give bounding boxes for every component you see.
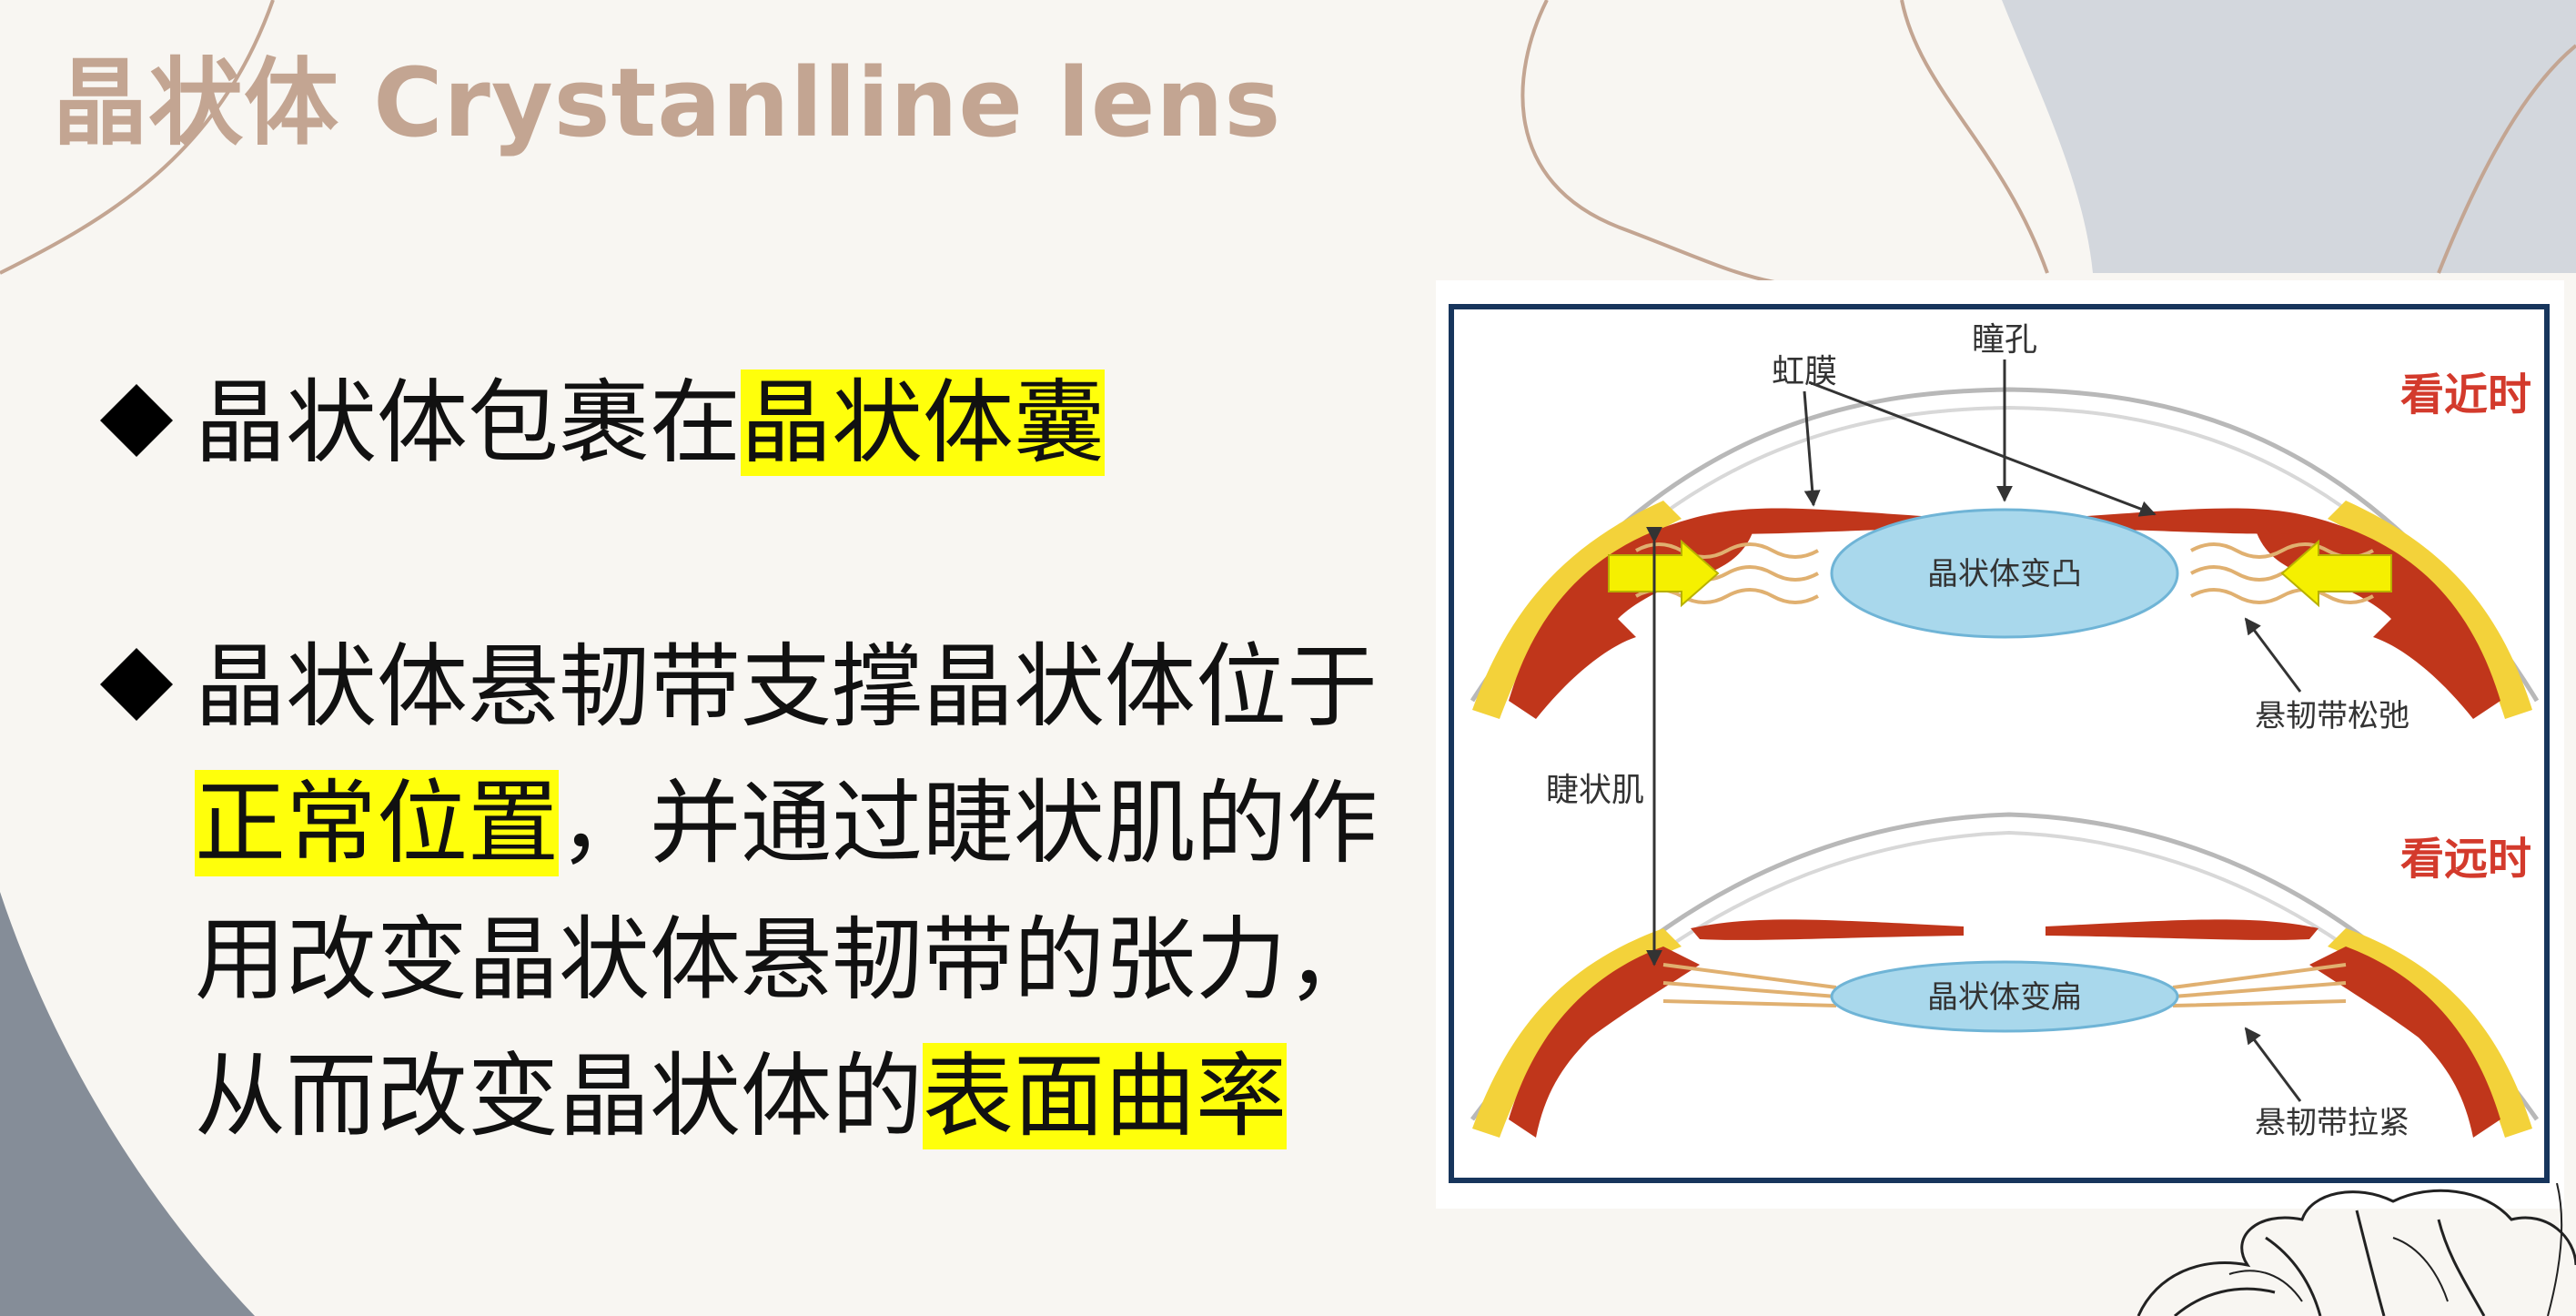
bullet-line-2-rest: ，并通过睫状肌的作	[559, 770, 1378, 876]
label-lens-convex: 晶状体变凸	[1927, 556, 2082, 592]
bullet-line-2: 正常位置，并通过睫状肌的作	[195, 755, 1487, 892]
label-near-title: 看近时	[2400, 369, 2531, 420]
bullet-line-3: 用改变晶状体悬韧带的张力，	[195, 906, 1378, 1013]
iris-left-far	[1691, 919, 1964, 940]
pointer-iris	[1803, 390, 1821, 507]
accommodation-diagram: 瞳孔 虹膜 看近时 晶状体变凸 悬韧带松弛 睫状肌 看远时 晶状体变扁 悬韧带拉…	[1470, 321, 2540, 1141]
diamond-bullet-icon	[100, 384, 173, 457]
bullet-line-4: 从而改变晶状体的表面曲率	[195, 1028, 1487, 1165]
highlight-normal-position: 正常位置	[195, 770, 559, 876]
bullet-line-1: 晶状体悬韧带支撑晶状体位于	[195, 633, 1378, 740]
pointer-zonule-relaxed	[2244, 617, 2302, 693]
bullet-plain-text: 晶状体包裹在	[195, 369, 741, 476]
far-vision-eye	[1470, 812, 2540, 1138]
pointer-zonule-tight	[2244, 1027, 2302, 1102]
label-zonule-tight: 悬韧带拉紧	[2255, 1105, 2409, 1141]
highlight-lens-capsule: 晶状体囊	[741, 369, 1105, 476]
label-far-title: 看远时	[2400, 834, 2531, 885]
pointer-pupil-2	[1808, 380, 2157, 517]
lens-accommodation-figure: 瞳孔 虹膜 看近时 晶状体变凸 悬韧带松弛 睫状肌 看远时 晶状体变扁 悬韧带拉…	[1436, 280, 2564, 1209]
bullet-text: 晶状体包裹在晶状体囊	[195, 355, 1105, 491]
figure-frame: 瞳孔 虹膜 看近时 晶状体变凸 悬韧带松弛 睫状肌 看远时 晶状体变扁 悬韧带拉…	[1449, 304, 2550, 1183]
bullet-zonule-function: 晶状体悬韧带支撑晶状体位于 正常位置，并通过睫状肌的作 用改变晶状体悬韧带的张力…	[100, 619, 1419, 1183]
iris-right-far	[2046, 919, 2318, 940]
label-ciliary-muscle: 睫状肌	[1546, 772, 1644, 809]
label-lens-flat: 晶状体变扁	[1927, 979, 2082, 1016]
near-vision-eye	[1470, 359, 2540, 719]
bullet-text: 晶状体悬韧带支撑晶状体位于 正常位置，并通过睫状肌的作 用改变晶状体悬韧带的张力…	[195, 619, 1487, 1165]
curve-line-2	[1520, 0, 1775, 284]
grey-blob-right	[2002, 0, 2576, 273]
label-zonule-relaxed: 悬韧带松弛	[2255, 698, 2409, 734]
flower-lineart-decoration	[2137, 1183, 2576, 1316]
bullet-lens-capsule: 晶状体包裹在晶状体囊	[100, 355, 1419, 491]
highlight-surface-curvature: 表面曲率	[923, 1043, 1287, 1149]
label-pupil: 瞳孔	[1972, 321, 2037, 359]
bullet-line-4-plain: 从而改变晶状体的	[195, 1043, 923, 1149]
label-iris: 虹膜	[1772, 353, 1837, 390]
diamond-bullet-icon	[100, 648, 173, 721]
page-title: 晶状体 Crystanlline lens	[53, 47, 1282, 158]
